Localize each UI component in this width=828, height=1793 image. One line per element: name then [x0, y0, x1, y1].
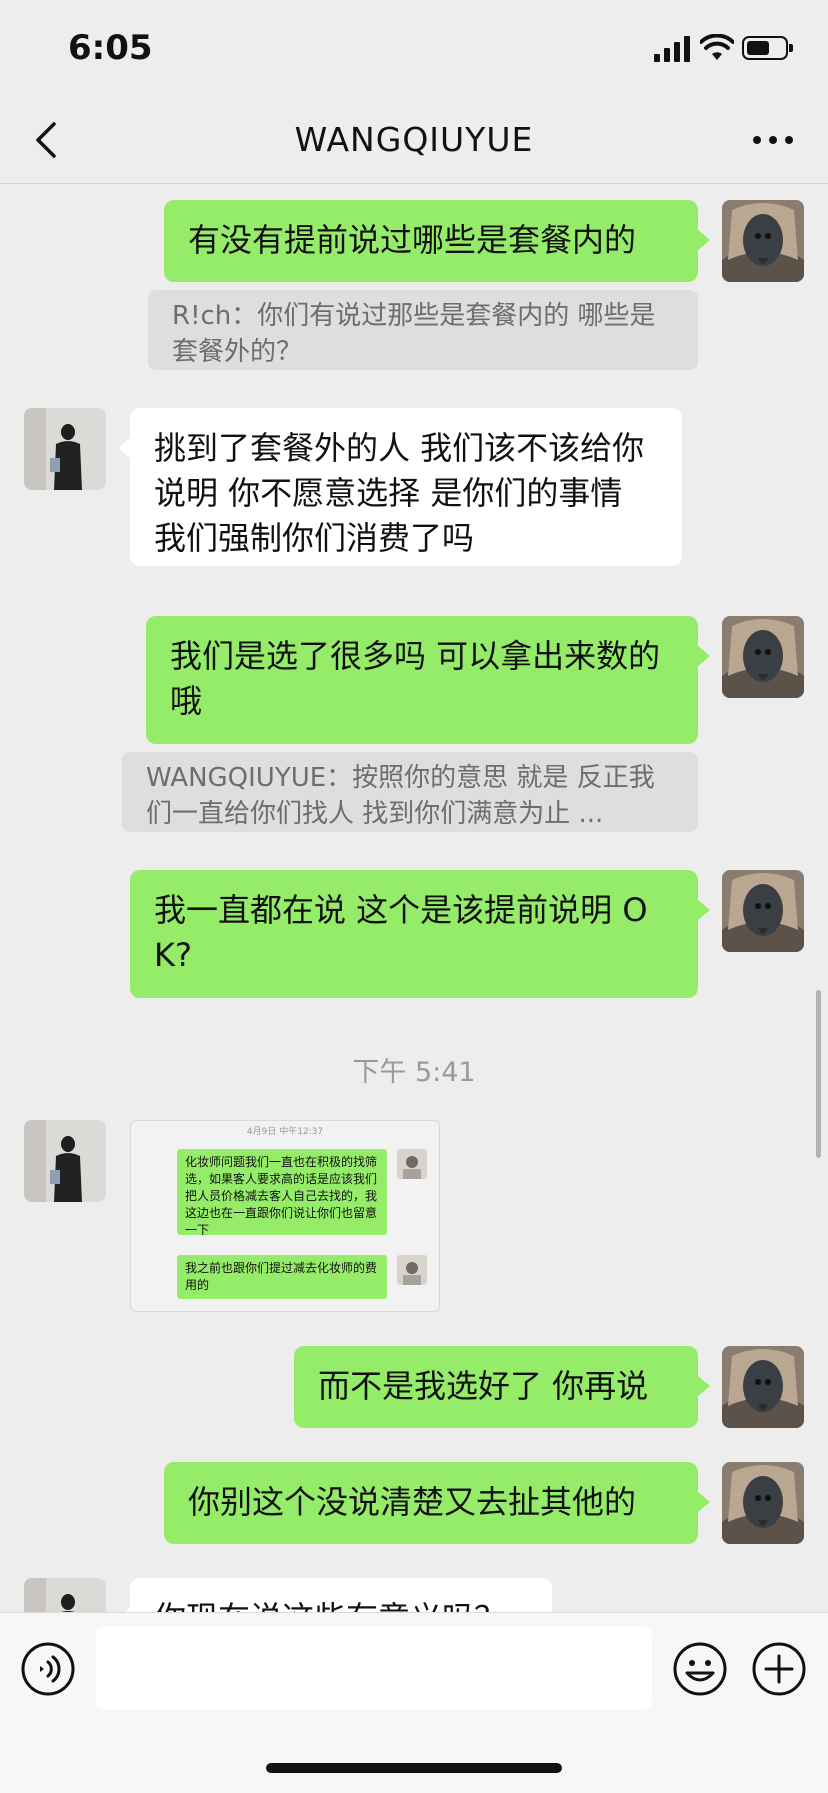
quoted-reply[interactable]: WANGQIUYUE：按照你的意思 就是 反正我们一直给你们找人 找到你们满意为… — [122, 752, 698, 832]
my-avatar[interactable] — [722, 616, 804, 698]
message-text: 挑到了套餐外的人 我们该不该给你说明 你不愿意选择 是你们的事情 我们强制你们消… — [154, 429, 645, 557]
battery-level — [747, 41, 769, 55]
my-avatar[interactable] — [722, 1346, 804, 1428]
scroll-indicator[interactable] — [816, 990, 821, 1158]
ellipsis-icon[interactable] — [748, 118, 798, 162]
message-text: 你别这个没说清楚又去扯其他的 — [188, 1483, 637, 1521]
image-message[interactable]: 4月9日 中午12:37 化妆师问题我们一直也在积极的找筛选，如果客人要求高的话… — [130, 1120, 440, 1312]
sent-message[interactable]: 我们是选了很多吗 可以拿出来数的哦 — [146, 616, 710, 744]
voice-icon[interactable] — [20, 1641, 76, 1697]
plus-icon[interactable] — [751, 1641, 807, 1697]
image-bubble: 化妆师问题我们一直也在积极的找筛选，如果客人要求高的话是应该我们把人员价格减去客… — [177, 1149, 387, 1235]
message-text: 有没有提前说过哪些是套餐内的 — [188, 221, 637, 259]
image-bubble: 我之前也跟你们提过减去化妆师的费用的 — [177, 1255, 387, 1299]
my-avatar[interactable] — [722, 1462, 804, 1544]
received-message[interactable]: 挑到了套餐外的人 我们该不该给你说明 你不愿意选择 是你们的事情 我们强制你们消… — [118, 408, 682, 566]
sent-message[interactable]: 我一直都在说 这个是该提前说明 OK? — [130, 870, 710, 998]
quoted-text: WANGQIUYUE：按照你的意思 就是 反正我们一直给你们找人 找到你们满意为… — [146, 763, 655, 829]
status-bar: 6:05 — [0, 0, 828, 100]
battery-icon — [742, 36, 793, 60]
my-avatar[interactable] — [722, 870, 804, 952]
received-message[interactable]: 你现在说这些有意义吗？ — [118, 1578, 552, 1612]
image-avatar — [397, 1255, 427, 1285]
my-avatar[interactable] — [722, 200, 804, 282]
contact-avatar[interactable] — [24, 408, 106, 490]
message-text: 而不是我选好了 你再说 — [318, 1367, 649, 1405]
image-date-text: 4月9日 中午12:37 — [246, 1127, 324, 1137]
contact-avatar[interactable] — [24, 1578, 106, 1612]
message-input[interactable] — [96, 1627, 652, 1709]
sent-message[interactable]: 你别这个没说清楚又去扯其他的 — [164, 1462, 710, 1544]
message-text: 你现在说这些有意义吗？ — [154, 1599, 506, 1612]
emoji-icon[interactable] — [672, 1641, 728, 1697]
message-list[interactable]: 有没有提前说过哪些是套餐内的 R!ch：你们有说过那些是套餐内的 哪些是套餐外的… — [0, 184, 828, 1612]
sent-message[interactable]: 有没有提前说过哪些是套餐内的 — [164, 200, 710, 282]
message-text: 我一直都在说 这个是该提前说明 OK? — [154, 891, 648, 974]
wifi-icon — [700, 34, 734, 60]
home-indicator[interactable] — [266, 1763, 562, 1773]
chat-header: WANGQIUYUE — [0, 100, 828, 184]
quoted-text: R!ch：你们有说过那些是套餐内的 哪些是套餐外的？ — [172, 301, 656, 367]
message-timestamp: 下午 5:41 — [352, 1057, 476, 1088]
status-time: 6:05 — [68, 28, 153, 68]
chat-title: WANGQIUYUE — [294, 120, 534, 159]
message-text: 我们是选了很多吗 可以拿出来数的哦 — [170, 637, 661, 720]
image-avatar — [397, 1149, 427, 1179]
cellular-signal-icon — [654, 36, 690, 62]
quoted-reply[interactable]: R!ch：你们有说过那些是套餐内的 哪些是套餐外的？ — [148, 290, 698, 370]
sent-message[interactable]: 而不是我选好了 你再说 — [294, 1346, 710, 1428]
contact-avatar[interactable] — [24, 1120, 106, 1202]
